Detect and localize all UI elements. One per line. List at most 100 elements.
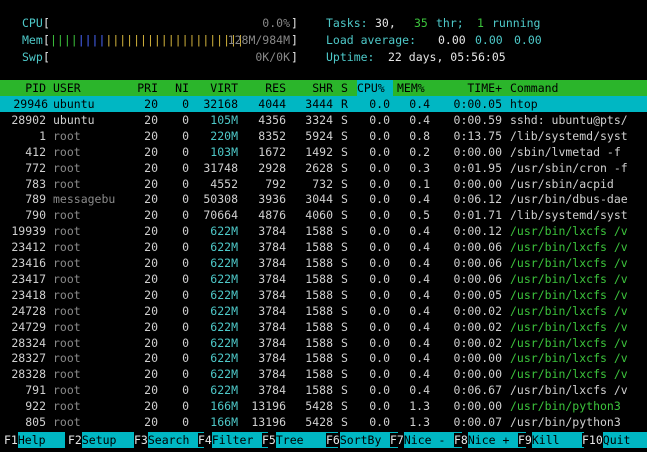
col-virt[interactable]: VIRT [192, 80, 238, 96]
cell-pid: 29946 [13, 97, 48, 111]
cell-virt: 105M [210, 113, 238, 127]
cell-cpu: 0.0 [369, 336, 390, 350]
cell-mem: 0.4 [409, 192, 430, 206]
cell-pri: 20 [144, 415, 158, 429]
process-row[interactable]: 23417 root 20 0 622M 3784 1588 S 0.0 0.4 0:00.06/u… [0, 271, 647, 287]
cell-shr: 1588 [305, 224, 333, 238]
cell-state: S [341, 351, 348, 365]
fkey-label: Filter [211, 432, 268, 448]
process-row[interactable]: 1 root 20 0 220M 8352 5924 S 0.0 0.8 0:13.75/lib/s… [0, 128, 647, 144]
process-row[interactable]: 23416 root 20 0 622M 3784 1588 S 0.0 0.4 0:00.06/u… [0, 255, 647, 271]
col-mem[interactable]: MEM% [397, 80, 425, 96]
cell-state: S [341, 192, 348, 206]
cell-command: /usr/bin/lxcfs /v [510, 240, 628, 254]
cell-res: 3784 [258, 320, 286, 334]
cell-mem: 0.3 [409, 161, 430, 175]
cell-command: /usr/bin/lxcfs /v [510, 304, 628, 318]
cell-virt: 31748 [203, 161, 238, 175]
cell-command: /usr/bin/python3 [510, 415, 621, 429]
process-row[interactable]: 28327 root 20 0 622M 3784 1588 S 0.0 0.4 0:00.00/u… [0, 350, 647, 366]
cell-mem: 0.4 [409, 113, 430, 127]
col-state[interactable]: S [341, 80, 348, 96]
fkey-sortby-button[interactable]: F6SortBy [326, 432, 398, 448]
fkey-filter-button[interactable]: F4Filter [198, 432, 268, 448]
process-row[interactable]: 28324 root 20 0 622M 3784 1588 S 0.0 0.4 0:00.02/u… [0, 335, 647, 351]
fkey-label: Kill [531, 432, 584, 448]
process-row[interactable]: 24728 root 20 0 622M 3784 1588 S 0.0 0.4 0:00.02/u… [0, 303, 647, 319]
process-row[interactable]: 23418 root 20 0 622M 3784 1588 S 0.0 0.4 0:00.05/u… [0, 287, 647, 303]
cell-user: root [53, 415, 81, 429]
cell-time: 0:00.02 [453, 336, 502, 350]
col-shr[interactable]: SHR [288, 80, 333, 96]
cell-ni: 0 [182, 351, 189, 365]
cell-pid: 790 [25, 208, 46, 222]
cell-cpu: 0.0 [369, 415, 390, 429]
cell-command: /usr/bin/lxcfs /v [510, 383, 628, 397]
fkey-key: F1 [4, 433, 18, 447]
process-row[interactable]: 783 root 20 0 4552 792 732 S 0.0 0.1 0:00.00/usr/s… [0, 176, 647, 192]
process-row[interactable]: 790 root 20 0 70664 4876 4060 S 0.0 0.5 0:01.71/li… [0, 207, 647, 223]
process-row[interactable]: 23412 root 20 0 622M 3784 1588 S 0.0 0.4 0:00.06/u… [0, 239, 647, 255]
cell-cpu: 0.0 [369, 177, 390, 191]
fkey-nice-button[interactable]: F8Nice + [454, 432, 526, 448]
threads-label: thr; [436, 16, 464, 30]
cell-command: /lib/systemd/syst [510, 208, 628, 222]
col-time[interactable]: TIME+ [440, 80, 502, 96]
col-res[interactable]: RES [240, 80, 286, 96]
process-row[interactable]: 28328 root 20 0 622M 3784 1588 S 0.0 0.4 0:00.00/u… [0, 366, 647, 382]
cell-pid: 772 [25, 161, 46, 175]
col-pid[interactable]: PID [0, 80, 46, 96]
process-row[interactable]: 922 root 20 0 166M 13196 5428 S 0.0 1.3 0:00.00/us… [0, 398, 647, 414]
fkey-setup-button[interactable]: F2Setup [68, 432, 134, 448]
process-row[interactable]: 19939 root 20 0 622M 3784 1588 S 0.0 0.4 0:00.12/u… [0, 223, 647, 239]
col-pri[interactable]: PRI [120, 80, 158, 96]
col-ni[interactable]: NI [160, 80, 189, 96]
cell-time: 0:00.00 [453, 367, 502, 381]
process-row[interactable]: 772 root 20 0 31748 2928 2628 S 0.0 0.3 0:01.95/us… [0, 160, 647, 176]
cell-ni: 0 [182, 240, 189, 254]
cell-res: 3784 [258, 272, 286, 286]
col-cpu-sorted[interactable]: CPU% [357, 80, 393, 96]
cell-res: 2928 [258, 161, 286, 175]
cell-ni: 0 [182, 129, 189, 143]
process-row[interactable]: 805 root 20 0 166M 13196 5428 S 0.0 1.3 0:00.07/us… [0, 414, 647, 430]
cell-shr: 1588 [305, 288, 333, 302]
fkey-nice-button[interactable]: F7Nice - [390, 432, 462, 448]
process-row-selected[interactable]: 29946 ubuntu 20 0 32168 4044 3444 R 0.0 0.4 0:00.0… [0, 96, 647, 112]
cell-res: 1672 [258, 145, 286, 159]
cell-time: 0:00.06 [453, 256, 502, 270]
cell-state: S [341, 224, 348, 238]
process-row[interactable]: 789 messagebu 20 0 50308 3936 3044 S 0.0 0.4 0:06.… [0, 191, 647, 207]
fkey-quit-button[interactable]: F10Quit [582, 432, 647, 448]
cell-pri: 20 [144, 192, 158, 206]
uptime: Uptime: 22 days, 05:56:05 [0, 49, 647, 65]
col-user[interactable]: USER [53, 80, 81, 96]
cell-time: 0:00.02 [453, 320, 502, 334]
process-row[interactable]: 412 root 20 0 103M 1672 1492 S 0.0 0.2 0:00.00/sbi… [0, 144, 647, 160]
cell-mem: 0.4 [409, 367, 430, 381]
cell-cpu: 0.0 [369, 351, 390, 365]
function-key-bar: F1Help F2Setup F3Search F4Filter F5Tree F6Sor… [0, 432, 647, 448]
cell-command: /usr/bin/lxcfs /v [510, 224, 628, 238]
fkey-key: F4 [198, 433, 212, 447]
fkey-search-button[interactable]: F3Search [134, 432, 204, 448]
cell-ni: 0 [182, 288, 189, 302]
cell-ni: 0 [182, 256, 189, 270]
cell-cpu: 0.0 [369, 256, 390, 270]
cell-pid: 805 [25, 415, 46, 429]
process-row[interactable]: 791 root 20 0 622M 3784 1588 S 0.0 0.4 0:06.67/usr… [0, 382, 647, 398]
col-command[interactable]: Command [510, 80, 558, 96]
fkey-kill-button[interactable]: F9Kill [518, 432, 584, 448]
cell-virt: 622M [210, 256, 238, 270]
fkey-help-button[interactable]: F1Help [4, 432, 65, 448]
terminal-window[interactable]: CPU [ 0.0% ] Mem [ |||||||||||||||||||||… [0, 0, 647, 452]
cell-ni: 0 [182, 113, 189, 127]
fkey-key: F2 [68, 433, 82, 447]
cell-shr: 3044 [305, 192, 333, 206]
cell-pri: 20 [144, 336, 158, 350]
cell-user: root [53, 351, 81, 365]
cell-pid: 28327 [11, 351, 46, 365]
process-row[interactable]: 28902 ubuntu 20 0 105M 4356 3324 S 0.0 0.4 0:00.59… [0, 112, 647, 128]
process-row[interactable]: 24729 root 20 0 622M 3784 1588 S 0.0 0.4 0:00.02/u… [0, 319, 647, 335]
cell-mem: 0.4 [409, 351, 430, 365]
